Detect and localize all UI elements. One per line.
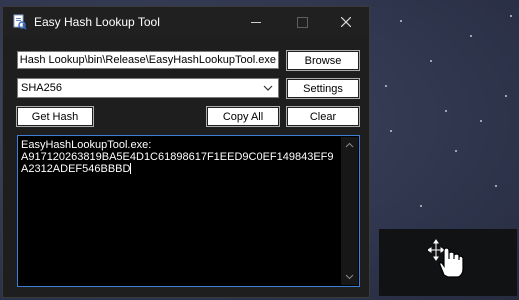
close-button[interactable] bbox=[323, 7, 369, 37]
window-title: Easy Hash Lookup Tool bbox=[34, 15, 160, 29]
clear-button[interactable]: Clear bbox=[286, 106, 360, 127]
get-hash-button[interactable]: Get Hash bbox=[16, 106, 94, 127]
chevron-down-icon bbox=[263, 85, 273, 91]
settings-button[interactable]: Settings bbox=[286, 78, 360, 99]
scroll-up-icon[interactable] bbox=[345, 141, 354, 150]
cursor-overlay bbox=[379, 229, 517, 296]
maximize-icon bbox=[296, 16, 308, 28]
browse-button[interactable]: Browse bbox=[286, 50, 360, 71]
app-hash-icon bbox=[13, 14, 27, 30]
app-window: Easy Hash Lookup Tool Hash Lookup\bin\Re… bbox=[2, 6, 370, 298]
scroll-down-icon[interactable] bbox=[345, 272, 354, 281]
title-bar[interactable]: Easy Hash Lookup Tool bbox=[3, 7, 369, 37]
minimize-button[interactable] bbox=[233, 7, 279, 37]
output-scrollbar[interactable] bbox=[341, 137, 358, 285]
maximize-button[interactable] bbox=[279, 7, 325, 37]
copy-all-button[interactable]: Copy All bbox=[206, 106, 280, 127]
minimize-icon bbox=[251, 21, 261, 23]
hash-output-textarea[interactable]: EasyHashLookupTool.exe: A917120263819BA5… bbox=[17, 135, 360, 287]
move-hand-cursor-icon bbox=[428, 239, 464, 278]
file-path-input[interactable]: Hash Lookup\bin\Release\EasyHashLookupTo… bbox=[17, 51, 279, 69]
file-path-value: Hash Lookup\bin\Release\EasyHashLookupTo… bbox=[19, 54, 276, 66]
hash-algorithm-select[interactable]: SHA256 bbox=[17, 78, 279, 98]
close-icon bbox=[341, 17, 351, 27]
text-caret bbox=[130, 163, 132, 174]
hash-output-text: EasyHashLookupTool.exe: A917120263819BA5… bbox=[21, 139, 334, 175]
hash-algorithm-value: SHA256 bbox=[21, 82, 62, 94]
